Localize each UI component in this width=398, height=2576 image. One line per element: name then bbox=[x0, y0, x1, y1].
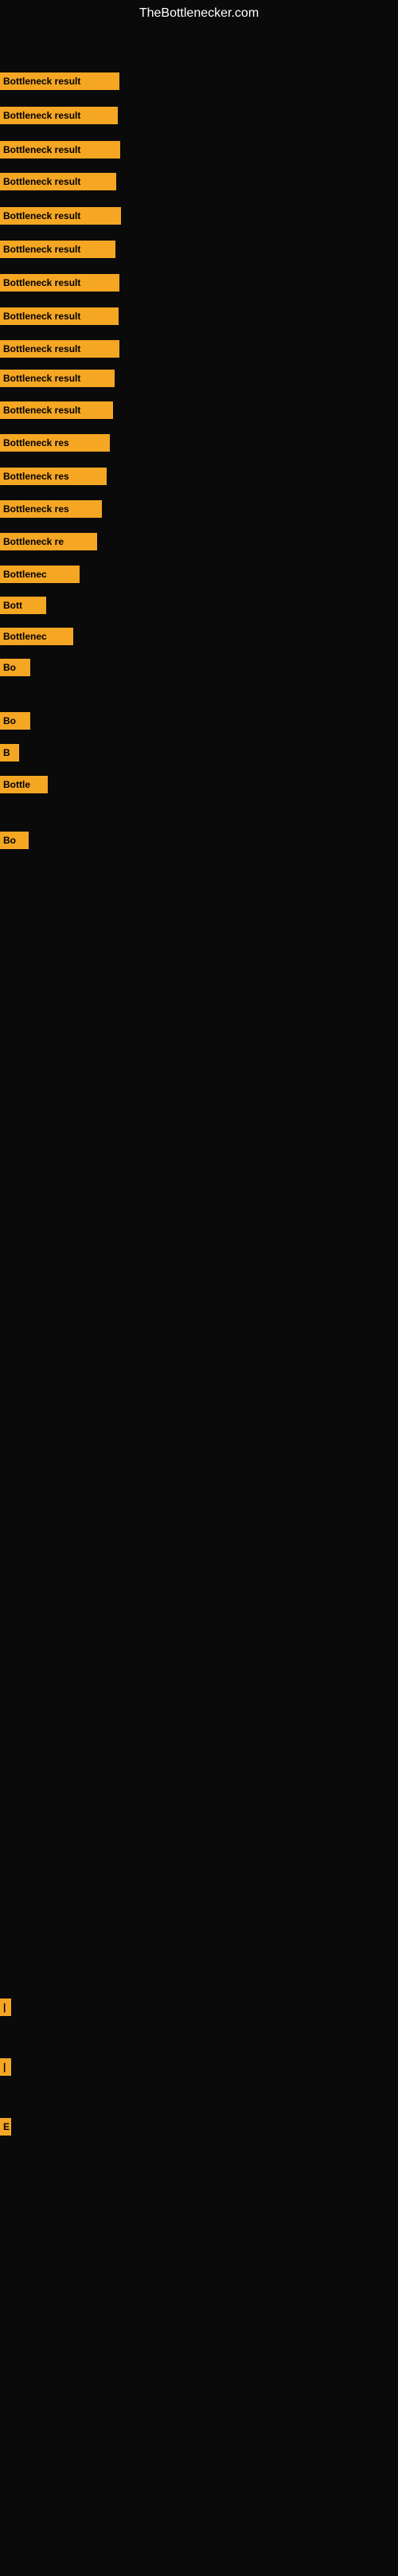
bottleneck-bar-8[interactable]: Bottleneck result bbox=[0, 307, 119, 325]
bottleneck-bar-10[interactable]: Bottleneck result bbox=[0, 370, 115, 387]
bottleneck-bar-9[interactable]: Bottleneck result bbox=[0, 340, 119, 358]
bottleneck-bar-14[interactable]: Bottleneck res bbox=[0, 500, 102, 518]
bottleneck-bar-26[interactable]: E bbox=[0, 2118, 11, 2136]
bottleneck-bar-25[interactable]: | bbox=[0, 2058, 11, 2076]
bottleneck-bar-17[interactable]: Bott bbox=[0, 597, 46, 614]
bottleneck-bar-7[interactable]: Bottleneck result bbox=[0, 274, 119, 292]
bottleneck-bar-12[interactable]: Bottleneck res bbox=[0, 434, 110, 452]
bottleneck-bar-13[interactable]: Bottleneck res bbox=[0, 468, 107, 485]
bottleneck-bar-5[interactable]: Bottleneck result bbox=[0, 207, 121, 225]
bottleneck-bar-4[interactable]: Bottleneck result bbox=[0, 173, 116, 190]
bottleneck-bar-16[interactable]: Bottlenec bbox=[0, 566, 80, 583]
bottleneck-bar-6[interactable]: Bottleneck result bbox=[0, 241, 115, 258]
bottleneck-bar-18[interactable]: Bottlenec bbox=[0, 628, 73, 645]
bottleneck-bar-20[interactable]: Bo bbox=[0, 712, 30, 730]
bottleneck-bar-22[interactable]: Bottle bbox=[0, 776, 48, 793]
bottleneck-bar-3[interactable]: Bottleneck result bbox=[0, 141, 120, 159]
bottleneck-bar-19[interactable]: Bo bbox=[0, 659, 30, 676]
bottleneck-bar-24[interactable]: | bbox=[0, 1999, 11, 2016]
bottleneck-bar-21[interactable]: B bbox=[0, 744, 19, 761]
chart-area: Bottleneck result Bottleneck result Bottle… bbox=[0, 43, 398, 2576]
bottleneck-bar-2[interactable]: Bottleneck result bbox=[0, 107, 118, 124]
bottleneck-bar-11[interactable]: Bottleneck result bbox=[0, 401, 113, 419]
bottleneck-bar-15[interactable]: Bottleneck re bbox=[0, 533, 97, 550]
bottleneck-bar-1[interactable]: Bottleneck result bbox=[0, 72, 119, 90]
site-title: TheBottlenecker.com bbox=[0, 0, 398, 27]
bottleneck-bar-23[interactable]: Bo bbox=[0, 832, 29, 849]
